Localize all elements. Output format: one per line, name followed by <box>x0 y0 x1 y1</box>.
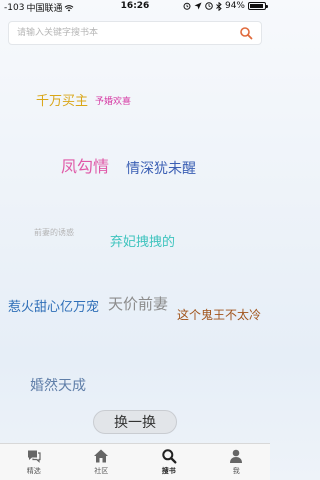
bottom-tab-bar: 精选 社区 搜书 我 <box>0 443 270 480</box>
person-icon <box>230 449 243 463</box>
search-bar <box>8 21 262 45</box>
refresh-button[interactable]: 换一换 <box>93 410 177 434</box>
battery-icon <box>248 2 268 10</box>
tag-item[interactable]: 予婚欢喜 <box>95 94 131 107</box>
bluetooth-icon <box>216 1 222 11</box>
tab-label: 精选 <box>26 467 41 475</box>
search-icon[interactable] <box>239 26 253 40</box>
tag-item[interactable]: 婚然天成 <box>30 375 86 395</box>
tag-item[interactable]: 天价前妻 <box>108 293 168 314</box>
tag-item[interactable]: 凤勾情 <box>61 153 109 177</box>
tag-item[interactable]: 惹火甜心亿万宠 <box>8 296 99 315</box>
status-right: 94% <box>183 1 268 11</box>
tab-label: 搜书 <box>161 467 176 475</box>
tag-item[interactable]: 这个鬼王不太冷 <box>177 306 261 323</box>
tab-search-books[interactable]: 搜书 <box>135 444 203 480</box>
chat-bubble-icon <box>27 450 41 463</box>
clock-icon <box>205 2 213 10</box>
tag-item[interactable]: 弃妃拽拽的 <box>110 231 175 250</box>
tab-community[interactable]: 社区 <box>68 444 136 480</box>
battery-percent: 94% <box>224 1 245 11</box>
tag-item[interactable]: 情深犹未醒 <box>126 158 196 178</box>
tab-label: 社区 <box>94 467 109 475</box>
location-arrow-icon <box>194 2 202 10</box>
tag-item[interactable]: 前妻的诱惑 <box>34 227 74 238</box>
tab-featured[interactable]: 精选 <box>0 444 68 480</box>
search-icon <box>162 449 177 464</box>
status-bar: -103 中国联通 16:26 94% <box>0 0 270 14</box>
tab-me[interactable]: 我 <box>203 444 271 480</box>
alarm-icon <box>183 2 191 10</box>
home-icon <box>94 449 109 463</box>
search-input[interactable] <box>9 22 239 44</box>
tab-label: 我 <box>232 467 240 475</box>
tag-item[interactable]: 千万买主 <box>36 90 88 109</box>
